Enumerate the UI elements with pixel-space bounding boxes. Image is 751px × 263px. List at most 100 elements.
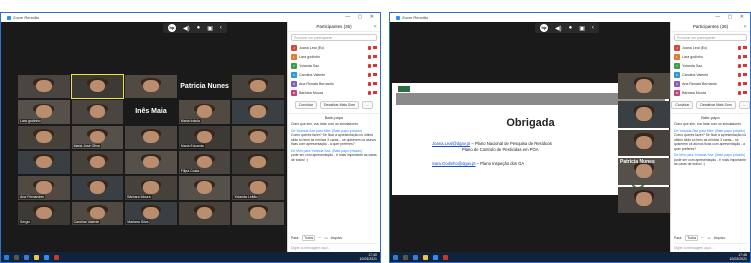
search-input[interactable]: Procurar um participante: [674, 34, 747, 41]
edge-icon[interactable]: [413, 254, 418, 260]
video-tile[interactable]: [125, 75, 177, 99]
video-tile[interactable]: Maria Inácia: [178, 100, 231, 124]
video-tile[interactable]: [232, 125, 284, 149]
camera-off-icon[interactable]: [373, 91, 377, 94]
video-tile[interactable]: [178, 176, 231, 200]
back-icon[interactable]: ‹: [592, 25, 594, 31]
file-button[interactable]: Arquivo: [331, 236, 343, 240]
mic-muted-icon[interactable]: [368, 81, 371, 86]
video-tile[interactable]: [18, 151, 70, 175]
video-tile[interactable]: Lara godinho: [18, 100, 70, 124]
window-controls[interactable]: — ▢ ✕: [715, 13, 747, 22]
participant-row[interactable]: J Joana Leal (Eu): [291, 43, 377, 52]
speaker-icon[interactable]: ◀): [183, 25, 190, 32]
participant-row[interactable]: A Ana Renata Bernardo: [674, 79, 747, 88]
email-link-1[interactable]: Joana.Leal@dgav.pt: [432, 141, 470, 146]
more-button[interactable]: ...: [738, 101, 750, 109]
video-tile[interactable]: [70, 73, 125, 100]
video-tile[interactable]: [125, 151, 177, 175]
mic-muted-icon[interactable]: [738, 90, 741, 95]
more-icon[interactable]: ···: [701, 236, 704, 240]
video-tile[interactable]: [232, 201, 284, 225]
participant-row[interactable]: C Carolina Valente: [674, 70, 747, 79]
participant-row[interactable]: Y Yolanda Saz: [674, 61, 747, 70]
video-tile[interactable]: [232, 75, 284, 99]
chat-input[interactable]: Digite a mensagem aqui...: [291, 243, 377, 251]
video-tile[interactable]: [71, 176, 124, 200]
video-tile[interactable]: [18, 125, 70, 149]
video-tile[interactable]: Inês Maia: [125, 100, 177, 124]
video-tile[interactable]: Maria Eduarda: [178, 125, 231, 149]
mic-muted-icon[interactable]: [368, 54, 371, 59]
invite-button[interactable]: Convidar: [294, 101, 317, 109]
mute-all-button[interactable]: Desativar Mais Som: [319, 101, 360, 109]
participant-row[interactable]: B Bárbara Moura: [291, 88, 377, 97]
camera-off-icon[interactable]: [743, 91, 747, 94]
camera-off-icon[interactable]: [373, 55, 377, 58]
powerpoint-icon[interactable]: [443, 254, 448, 260]
back-icon[interactable]: ‹: [220, 25, 222, 31]
video-tile[interactable]: Patricia Nunes: [178, 75, 231, 99]
camera-off-icon[interactable]: [373, 64, 377, 67]
speaker-icon[interactable]: ◀): [555, 25, 562, 32]
file-button[interactable]: Arquivo: [714, 236, 726, 240]
video-tile[interactable]: [71, 100, 124, 124]
video-tile[interactable]: Maria José Oliva: [71, 125, 124, 149]
video-tile[interactable]: Ana Fernandes: [18, 176, 70, 200]
participant-row[interactable]: Y Yolanda Saz: [291, 61, 377, 70]
video-tile[interactable]: Mariana Silva: [125, 201, 177, 225]
video-tile[interactable]: Bárbara Moura: [125, 176, 177, 200]
mic-muted-icon[interactable]: [738, 63, 741, 68]
mic-muted-icon[interactable]: [738, 45, 741, 50]
mic-muted-icon[interactable]: [368, 90, 371, 95]
video-tile[interactable]: Yolanda Leitão: [232, 176, 284, 200]
close-icon[interactable]: ✕: [743, 22, 747, 32]
email-link-2[interactable]: Sara.Godinho@dgav.pt: [432, 161, 476, 166]
mic-muted-icon[interactable]: [368, 63, 371, 68]
powerpoint-icon[interactable]: [54, 254, 59, 260]
more-button[interactable]: ...: [362, 101, 374, 109]
camera-off-icon[interactable]: [743, 55, 747, 58]
mic-muted-icon[interactable]: [738, 81, 741, 86]
mic-muted-icon[interactable]: [738, 72, 741, 77]
search-icon[interactable]: [14, 254, 19, 260]
file-icon[interactable]: ▭: [708, 236, 711, 240]
participant-row[interactable]: C Carolina Valente: [291, 70, 377, 79]
participant-row[interactable]: A Ana Renata Bernardo: [291, 79, 377, 88]
screen-share-icon[interactable]: ▣: [579, 25, 585, 32]
video-tile[interactable]: [618, 101, 670, 128]
close-icon[interactable]: ✕: [373, 22, 377, 32]
folder-icon[interactable]: [34, 254, 39, 260]
mute-all-button[interactable]: Desativar Mais Som: [696, 101, 736, 109]
mic-icon[interactable]: ●: [197, 25, 201, 31]
edge-icon[interactable]: [24, 254, 29, 260]
video-tile[interactable]: [618, 186, 670, 213]
folder-icon[interactable]: [423, 254, 428, 260]
mic-muted-icon[interactable]: [738, 54, 741, 59]
video-tile[interactable]: [232, 100, 284, 124]
search-icon[interactable]: [403, 254, 408, 260]
participant-row[interactable]: B Bárbara Moura: [674, 88, 747, 97]
camera-off-icon[interactable]: [743, 46, 747, 49]
screen-share-icon[interactable]: ▣: [207, 25, 213, 32]
camera-off-icon[interactable]: [373, 82, 377, 85]
video-tile[interactable]: [18, 75, 70, 99]
video-tile[interactable]: [232, 151, 284, 175]
zoom-taskbar-icon[interactable]: [433, 254, 438, 260]
video-tile[interactable]: [618, 129, 670, 157]
start-icon[interactable]: [393, 254, 398, 260]
mic-muted-icon[interactable]: [368, 72, 371, 77]
file-icon[interactable]: ▭: [325, 236, 328, 240]
participant-row[interactable]: J Joana Leal (Eu): [674, 43, 747, 52]
start-icon[interactable]: [4, 254, 9, 260]
search-input[interactable]: Procurar um participante: [291, 34, 377, 41]
video-tile[interactable]: Carolina Valente: [71, 201, 124, 225]
recipient-select[interactable]: Todos: [302, 235, 316, 241]
hp-icon[interactable]: hp: [168, 24, 176, 32]
participant-row[interactable]: L Lara godinho: [674, 52, 747, 61]
video-tile[interactable]: Filipa Costa: [178, 151, 231, 175]
chat-input[interactable]: Digite a mensagem aqui...: [674, 243, 747, 251]
camera-off-icon[interactable]: [743, 73, 747, 76]
video-tile[interactable]: [71, 151, 124, 175]
zoom-taskbar-icon[interactable]: [44, 254, 49, 260]
